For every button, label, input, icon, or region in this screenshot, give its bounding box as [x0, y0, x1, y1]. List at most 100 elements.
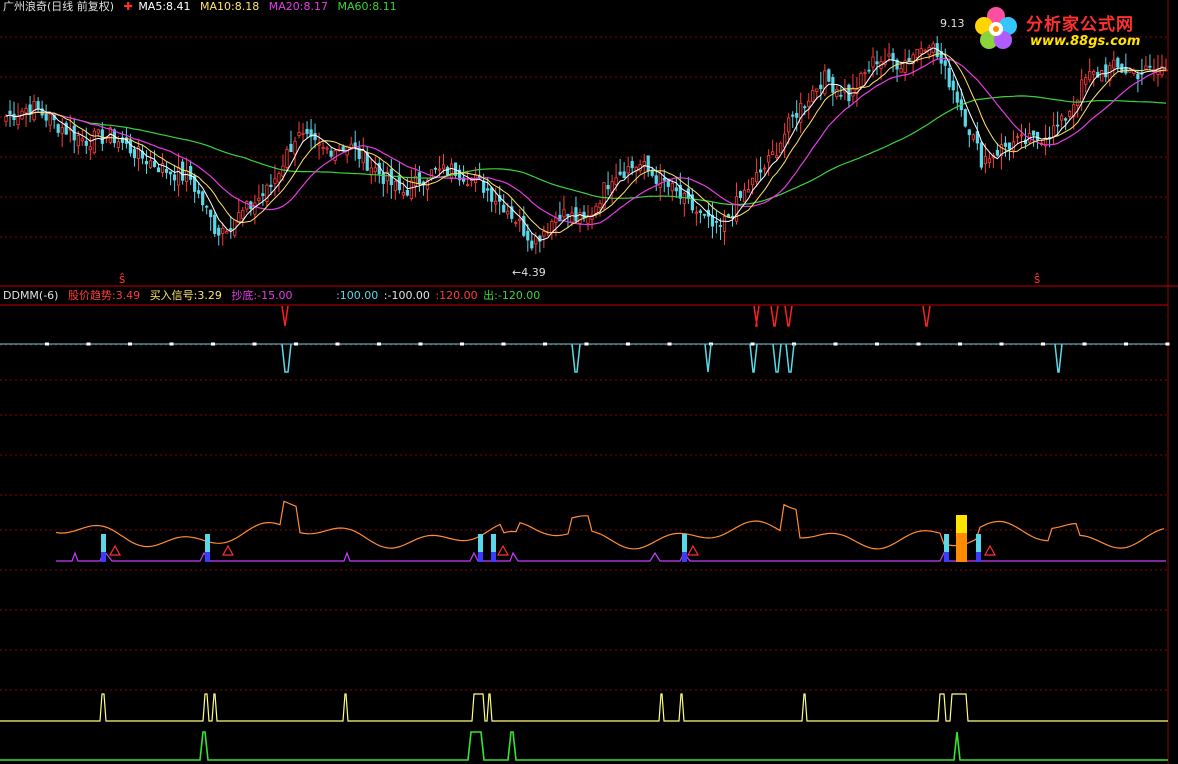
- candle-body: [650, 169, 654, 176]
- candle-body: [48, 114, 52, 126]
- candle-body: [967, 129, 971, 136]
- candle-body: [979, 142, 983, 168]
- candle-body: [205, 205, 209, 208]
- baseline-dot: [460, 342, 464, 346]
- ma10-line: [5, 53, 1167, 234]
- candle-body: [60, 127, 64, 134]
- candle-body: [626, 166, 630, 174]
- red-signal-spike: [770, 305, 779, 327]
- candle-body: [168, 171, 173, 175]
- chart-canvas: 9.13 ←4.39 ŝ ŝ: [0, 0, 1178, 764]
- candle-body: [502, 204, 506, 213]
- sell-triangle-icon: [496, 544, 510, 556]
- candle-body: [1136, 73, 1140, 80]
- candle-body: [783, 133, 787, 148]
- candle-body: [763, 167, 767, 170]
- candle-body: [289, 143, 293, 153]
- buy-signal-base: [101, 552, 106, 562]
- candle-body: [943, 60, 947, 66]
- baseline-dot: [543, 342, 547, 346]
- candle-body: [1003, 142, 1008, 147]
- candle-body: [449, 163, 454, 180]
- candle-body: [859, 72, 863, 87]
- candle-body: [4, 115, 8, 122]
- candle-body: [369, 167, 373, 176]
- candle-body: [1056, 124, 1060, 127]
- candle-body: [658, 172, 662, 188]
- candle-body: [598, 203, 602, 209]
- candle-body: [132, 149, 137, 159]
- candlestick-series: [4, 36, 1168, 255]
- candle-body: [88, 146, 92, 151]
- candle-body: [1104, 64, 1108, 78]
- cyan-signal-dip: [704, 343, 712, 373]
- candle-body: [887, 53, 891, 57]
- candle-body: [482, 180, 486, 193]
- candle-body: [172, 174, 177, 181]
- candle-body: [441, 164, 446, 170]
- baseline-dot: [211, 342, 215, 346]
- baseline-dot: [584, 342, 589, 346]
- red-signal-spike: [784, 305, 793, 327]
- baseline-dot: [999, 342, 1004, 346]
- baseline-dot: [294, 342, 298, 346]
- candle-body: [630, 161, 634, 169]
- buy-signal-value: 买入信号:3.29: [149, 289, 222, 302]
- baseline-dot: [1124, 342, 1128, 346]
- candle-body: [738, 191, 743, 199]
- candle-body: [662, 177, 666, 181]
- candle-body: [221, 227, 225, 234]
- level-100: :100.00: [336, 289, 379, 302]
- candle-body: [144, 161, 149, 165]
- ma10-value: MA10:8.18: [200, 0, 260, 13]
- candle-body: [96, 129, 100, 134]
- low-price-label: ←4.39: [512, 266, 546, 279]
- candle-body: [867, 69, 871, 72]
- green-signal-line: [0, 731, 1168, 761]
- cyan-signal-dip: [1054, 343, 1063, 373]
- candle-body: [217, 227, 221, 236]
- candle-body: [405, 189, 409, 196]
- indicator-name[interactable]: DDMM(-6): [3, 289, 58, 302]
- candle-body: [891, 53, 895, 61]
- stock-title[interactable]: 广州浪奇(日线 前复权): [3, 0, 114, 13]
- candle-body: [84, 140, 88, 146]
- candle-body: [1007, 142, 1012, 150]
- candle-body: [566, 213, 570, 217]
- ma5-value: MA5:8.41: [138, 0, 191, 13]
- candle-body: [734, 196, 739, 222]
- candle-body: [803, 106, 807, 109]
- candle-body: [92, 130, 96, 154]
- red-signal-spike: [281, 305, 289, 327]
- logo-url: www.88gs.com: [1030, 34, 1141, 49]
- ma20-line: [5, 57, 1167, 226]
- candle-body: [767, 155, 771, 163]
- candle-body: [429, 169, 434, 179]
- flower-logo-icon: [975, 7, 1017, 49]
- strong-signal-bar-top: [956, 515, 967, 533]
- candle-body: [542, 231, 546, 237]
- candle-body: [807, 100, 811, 107]
- candle-body: [156, 167, 161, 173]
- indicator-series: [0, 305, 1170, 761]
- candle-body: [1084, 77, 1088, 85]
- candle-body: [570, 212, 574, 223]
- candle-body: [16, 115, 20, 126]
- candle-body: [1015, 136, 1020, 139]
- ma-toggle-icon[interactable]: ✚: [124, 0, 133, 13]
- baseline-dot: [1082, 342, 1087, 346]
- candle-body: [907, 57, 911, 62]
- indicator-pane-header: DDMM(-6) 股价趋势:3.49 买入信号:3.29 抄底:-15.00 :…: [3, 289, 546, 302]
- candle-body: [1064, 118, 1068, 121]
- baseline-dot: [128, 342, 132, 346]
- buy-signal-base: [976, 552, 981, 562]
- candle-body: [494, 200, 498, 205]
- candle-body: [606, 185, 610, 190]
- baseline-dot: [958, 342, 962, 346]
- candle-body: [947, 68, 951, 88]
- candle-body: [176, 166, 181, 186]
- level-neg100: :-100.00: [383, 289, 430, 302]
- candle-body: [269, 184, 273, 188]
- baseline-dot: [1165, 342, 1170, 346]
- candle-body: [1112, 59, 1116, 69]
